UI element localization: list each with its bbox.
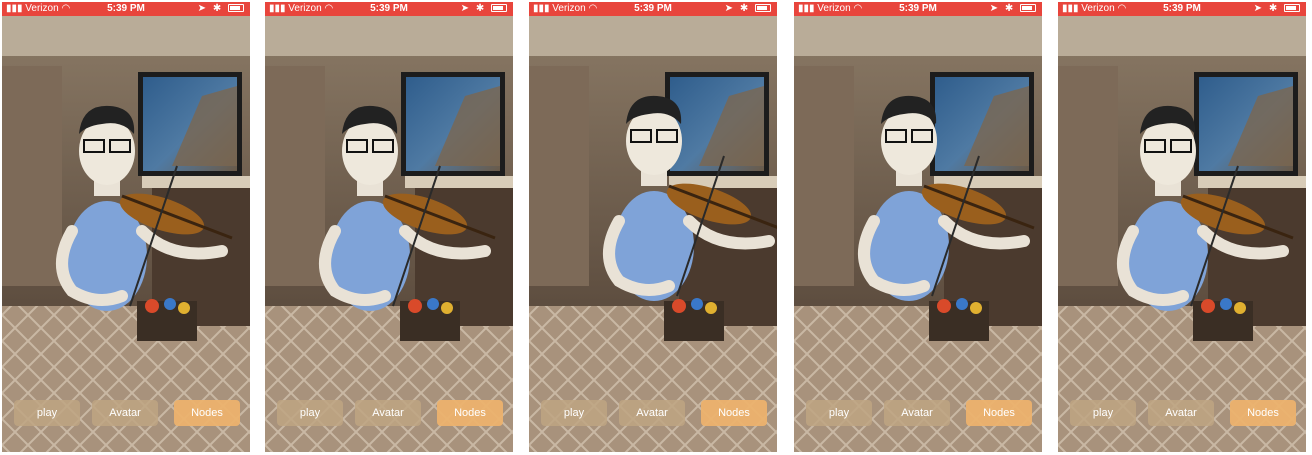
television (1194, 72, 1298, 176)
battery-icon (755, 4, 771, 13)
ar-camera-view (2, 16, 250, 452)
location-icon: ➤ (1253, 3, 1265, 14)
nodes-button[interactable]: Nodes (1230, 400, 1296, 426)
status-bar: ▮▮▮ Verizon ◠ 5:39 PM ➤ ✱ (1058, 2, 1306, 16)
nodes-button[interactable]: Nodes (174, 400, 240, 426)
ar-camera-view (529, 16, 777, 452)
television (930, 72, 1034, 176)
phone-screen-3: ▮▮▮ Verizon ◠ 5:39 PM ➤ ✱ play Avatar No… (529, 2, 777, 452)
status-icons: ➤ ✱ (725, 2, 771, 16)
bluetooth-icon: ✱ (739, 3, 751, 14)
television (401, 72, 505, 176)
location-icon: ➤ (989, 3, 1001, 14)
toy-basket (1193, 298, 1253, 341)
toy-basket (664, 298, 724, 341)
ar-camera-view (1058, 16, 1306, 452)
status-icons: ➤ ✱ (990, 2, 1036, 16)
bluetooth-icon: ✱ (1004, 3, 1016, 14)
status-icons: ➤ ✱ (1254, 2, 1300, 16)
battery-icon (491, 4, 507, 13)
avatar-button[interactable]: Avatar (1148, 400, 1214, 426)
phone-screen-2: ▮▮▮ Verizon ◠ 5:39 PM ➤ ✱ play Avatar No… (265, 2, 513, 452)
toy-basket (400, 298, 460, 341)
television (138, 72, 242, 176)
toy-basket (929, 298, 989, 341)
bluetooth-icon: ✱ (475, 3, 487, 14)
play-button[interactable]: play (14, 400, 80, 426)
status-icons: ➤ ✱ (461, 2, 507, 16)
location-icon: ➤ (460, 3, 472, 14)
play-button[interactable]: play (1070, 400, 1136, 426)
bluetooth-icon: ✱ (1268, 3, 1280, 14)
avatar-button[interactable]: Avatar (355, 400, 421, 426)
nodes-button[interactable]: Nodes (701, 400, 767, 426)
toy-basket (137, 298, 197, 341)
play-button[interactable]: play (277, 400, 343, 426)
location-icon: ➤ (724, 3, 736, 14)
ar-camera-view (794, 16, 1042, 452)
location-icon: ➤ (197, 3, 209, 14)
play-button[interactable]: play (806, 400, 872, 426)
battery-icon (228, 4, 244, 13)
battery-icon (1020, 4, 1036, 13)
status-bar: ▮▮▮ Verizon ◠ 5:39 PM ➤ ✱ (794, 2, 1042, 16)
phone-screen-5: ▮▮▮ Verizon ◠ 5:39 PM ➤ ✱ play Avatar No… (1058, 2, 1306, 452)
avatar-button[interactable]: Avatar (92, 400, 158, 426)
status-bar: ▮▮▮ Verizon ◠ 5:39 PM ➤ ✱ (529, 2, 777, 16)
status-bar: ▮▮▮ Verizon ◠ 5:39 PM ➤ ✱ (2, 2, 250, 16)
ar-camera-view (265, 16, 513, 452)
status-icons: ➤ ✱ (198, 2, 244, 16)
bluetooth-icon: ✱ (212, 3, 224, 14)
phone-screen-1: ▮▮▮ Verizon ◠ 5:39 PM ➤ ✱ play Avatar No… (2, 2, 250, 452)
play-button[interactable]: play (541, 400, 607, 426)
battery-icon (1284, 4, 1300, 13)
avatar-button[interactable]: Avatar (884, 400, 950, 426)
phone-screen-4: ▮▮▮ Verizon ◠ 5:39 PM ➤ ✱ play Avatar No… (794, 2, 1042, 452)
avatar-button[interactable]: Avatar (619, 400, 685, 426)
nodes-button[interactable]: Nodes (966, 400, 1032, 426)
nodes-button[interactable]: Nodes (437, 400, 503, 426)
status-bar: ▮▮▮ Verizon ◠ 5:39 PM ➤ ✱ (265, 2, 513, 16)
television (665, 72, 769, 176)
